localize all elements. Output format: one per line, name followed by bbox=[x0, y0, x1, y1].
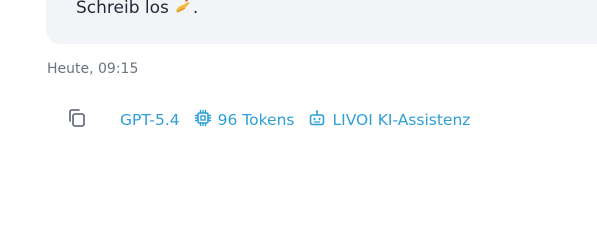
copy-icon bbox=[66, 107, 88, 133]
copy-button[interactable] bbox=[64, 107, 90, 133]
message-punctuation: . bbox=[192, 0, 199, 18]
chip-icon bbox=[194, 109, 218, 132]
model-label: GPT-5.4 bbox=[120, 110, 180, 130]
message-text-line: Schreib los . bbox=[76, 0, 198, 22]
message-meta-row: GPT-5.4 96 Tokens LIVOI KI-Assistenz bbox=[64, 108, 484, 132]
message-bubble: Schreib los . bbox=[46, 0, 597, 44]
bot-icon bbox=[308, 109, 332, 132]
assistant-label: LIVOI KI-Assistenz bbox=[308, 109, 470, 132]
token-count-label: 96 Tokens bbox=[217, 111, 295, 129]
assistant-name: LIVOI KI-Assistenz bbox=[332, 111, 471, 129]
chat-page: Schreib los . Heute, 09:15 GPT-5.4 96 To… bbox=[0, 0, 597, 245]
message-text: Schreib los bbox=[76, 0, 169, 18]
model-name: GPT-5.4 bbox=[120, 111, 180, 129]
token-count: 96 Tokens bbox=[194, 109, 295, 132]
message-timestamp: Heute, 09:15 bbox=[47, 61, 139, 77]
writing-hand-emoji bbox=[173, 0, 193, 22]
